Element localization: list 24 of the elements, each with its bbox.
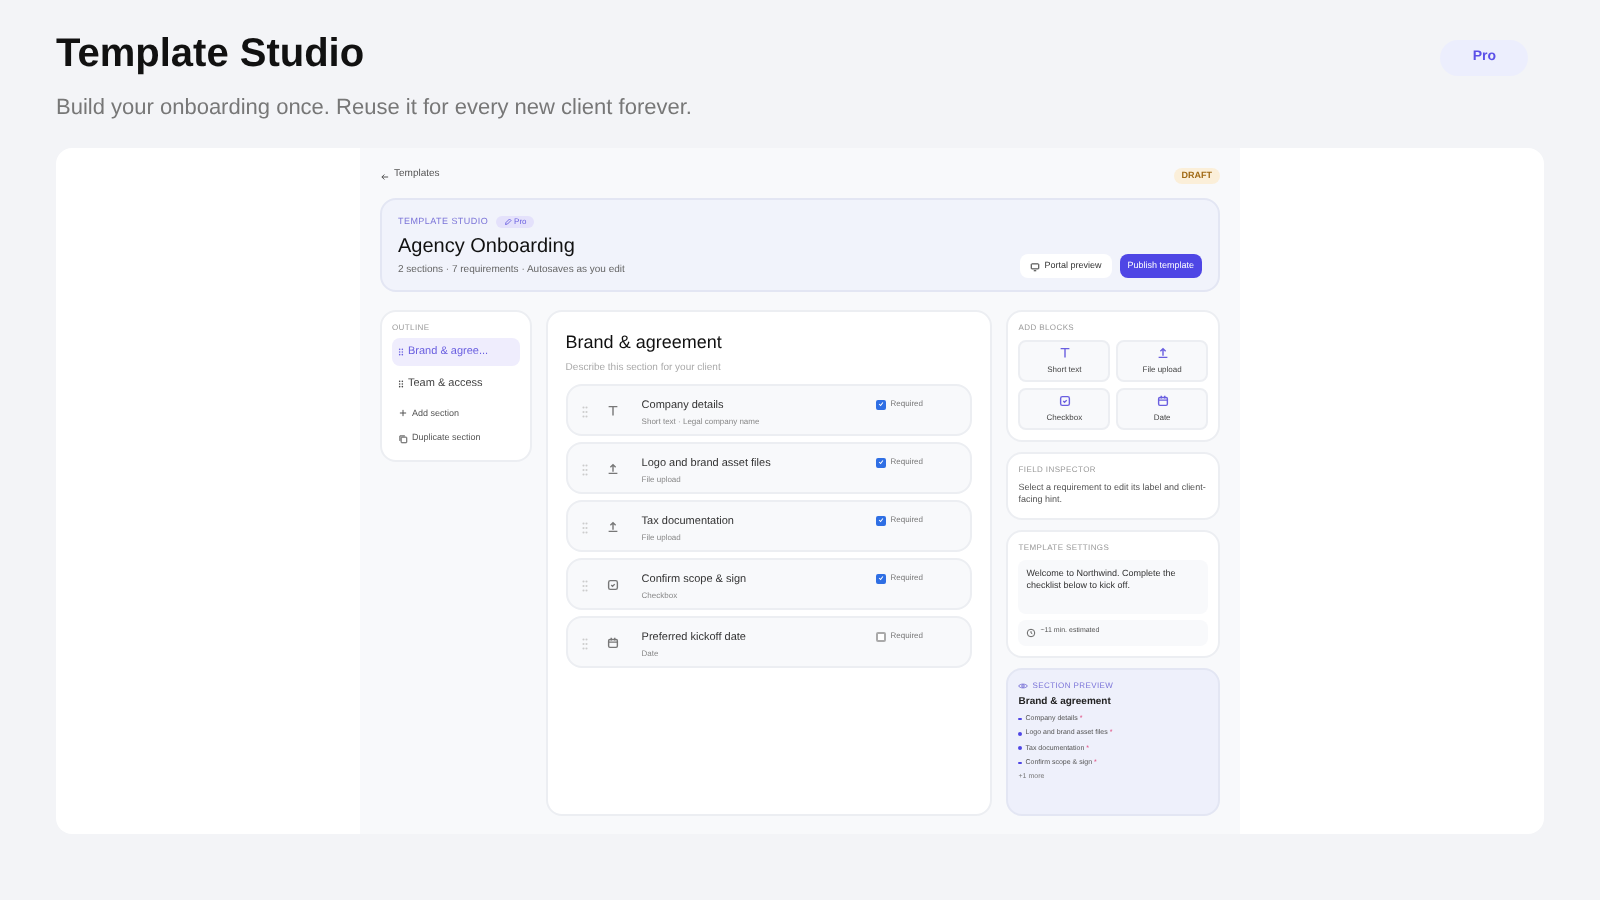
template-title: Agency Onboarding: [398, 233, 577, 261]
check-icon: [878, 516, 885, 524]
checkbox-icon: [1057, 394, 1072, 408]
check-icon: [878, 458, 885, 466]
page-subtitle: Build your onboarding once. Reuse it for every new client forever.: [56, 94, 692, 124]
arrow-left-icon: [380, 171, 390, 181]
eye-icon: [1018, 681, 1029, 690]
check-icon: [878, 400, 885, 408]
section-title: Brand & agreement: [565, 330, 724, 356]
upload-icon: [1155, 346, 1170, 360]
page-title: Template Studio: [56, 30, 367, 80]
upload-icon: [606, 520, 621, 534]
upload-icon: [606, 462, 621, 476]
copy-icon: [398, 434, 408, 445]
calendar-icon: [1155, 394, 1170, 408]
pencil-icon: [504, 218, 513, 227]
check-icon: [878, 574, 885, 582]
plus-icon: [398, 408, 408, 419]
monitor-icon: [1030, 261, 1041, 271]
calendar-icon: [606, 636, 621, 650]
checkbox-icon: [606, 578, 621, 592]
text-icon: [1057, 346, 1072, 360]
clock-icon: [1026, 627, 1037, 638]
text-icon: [606, 404, 621, 418]
